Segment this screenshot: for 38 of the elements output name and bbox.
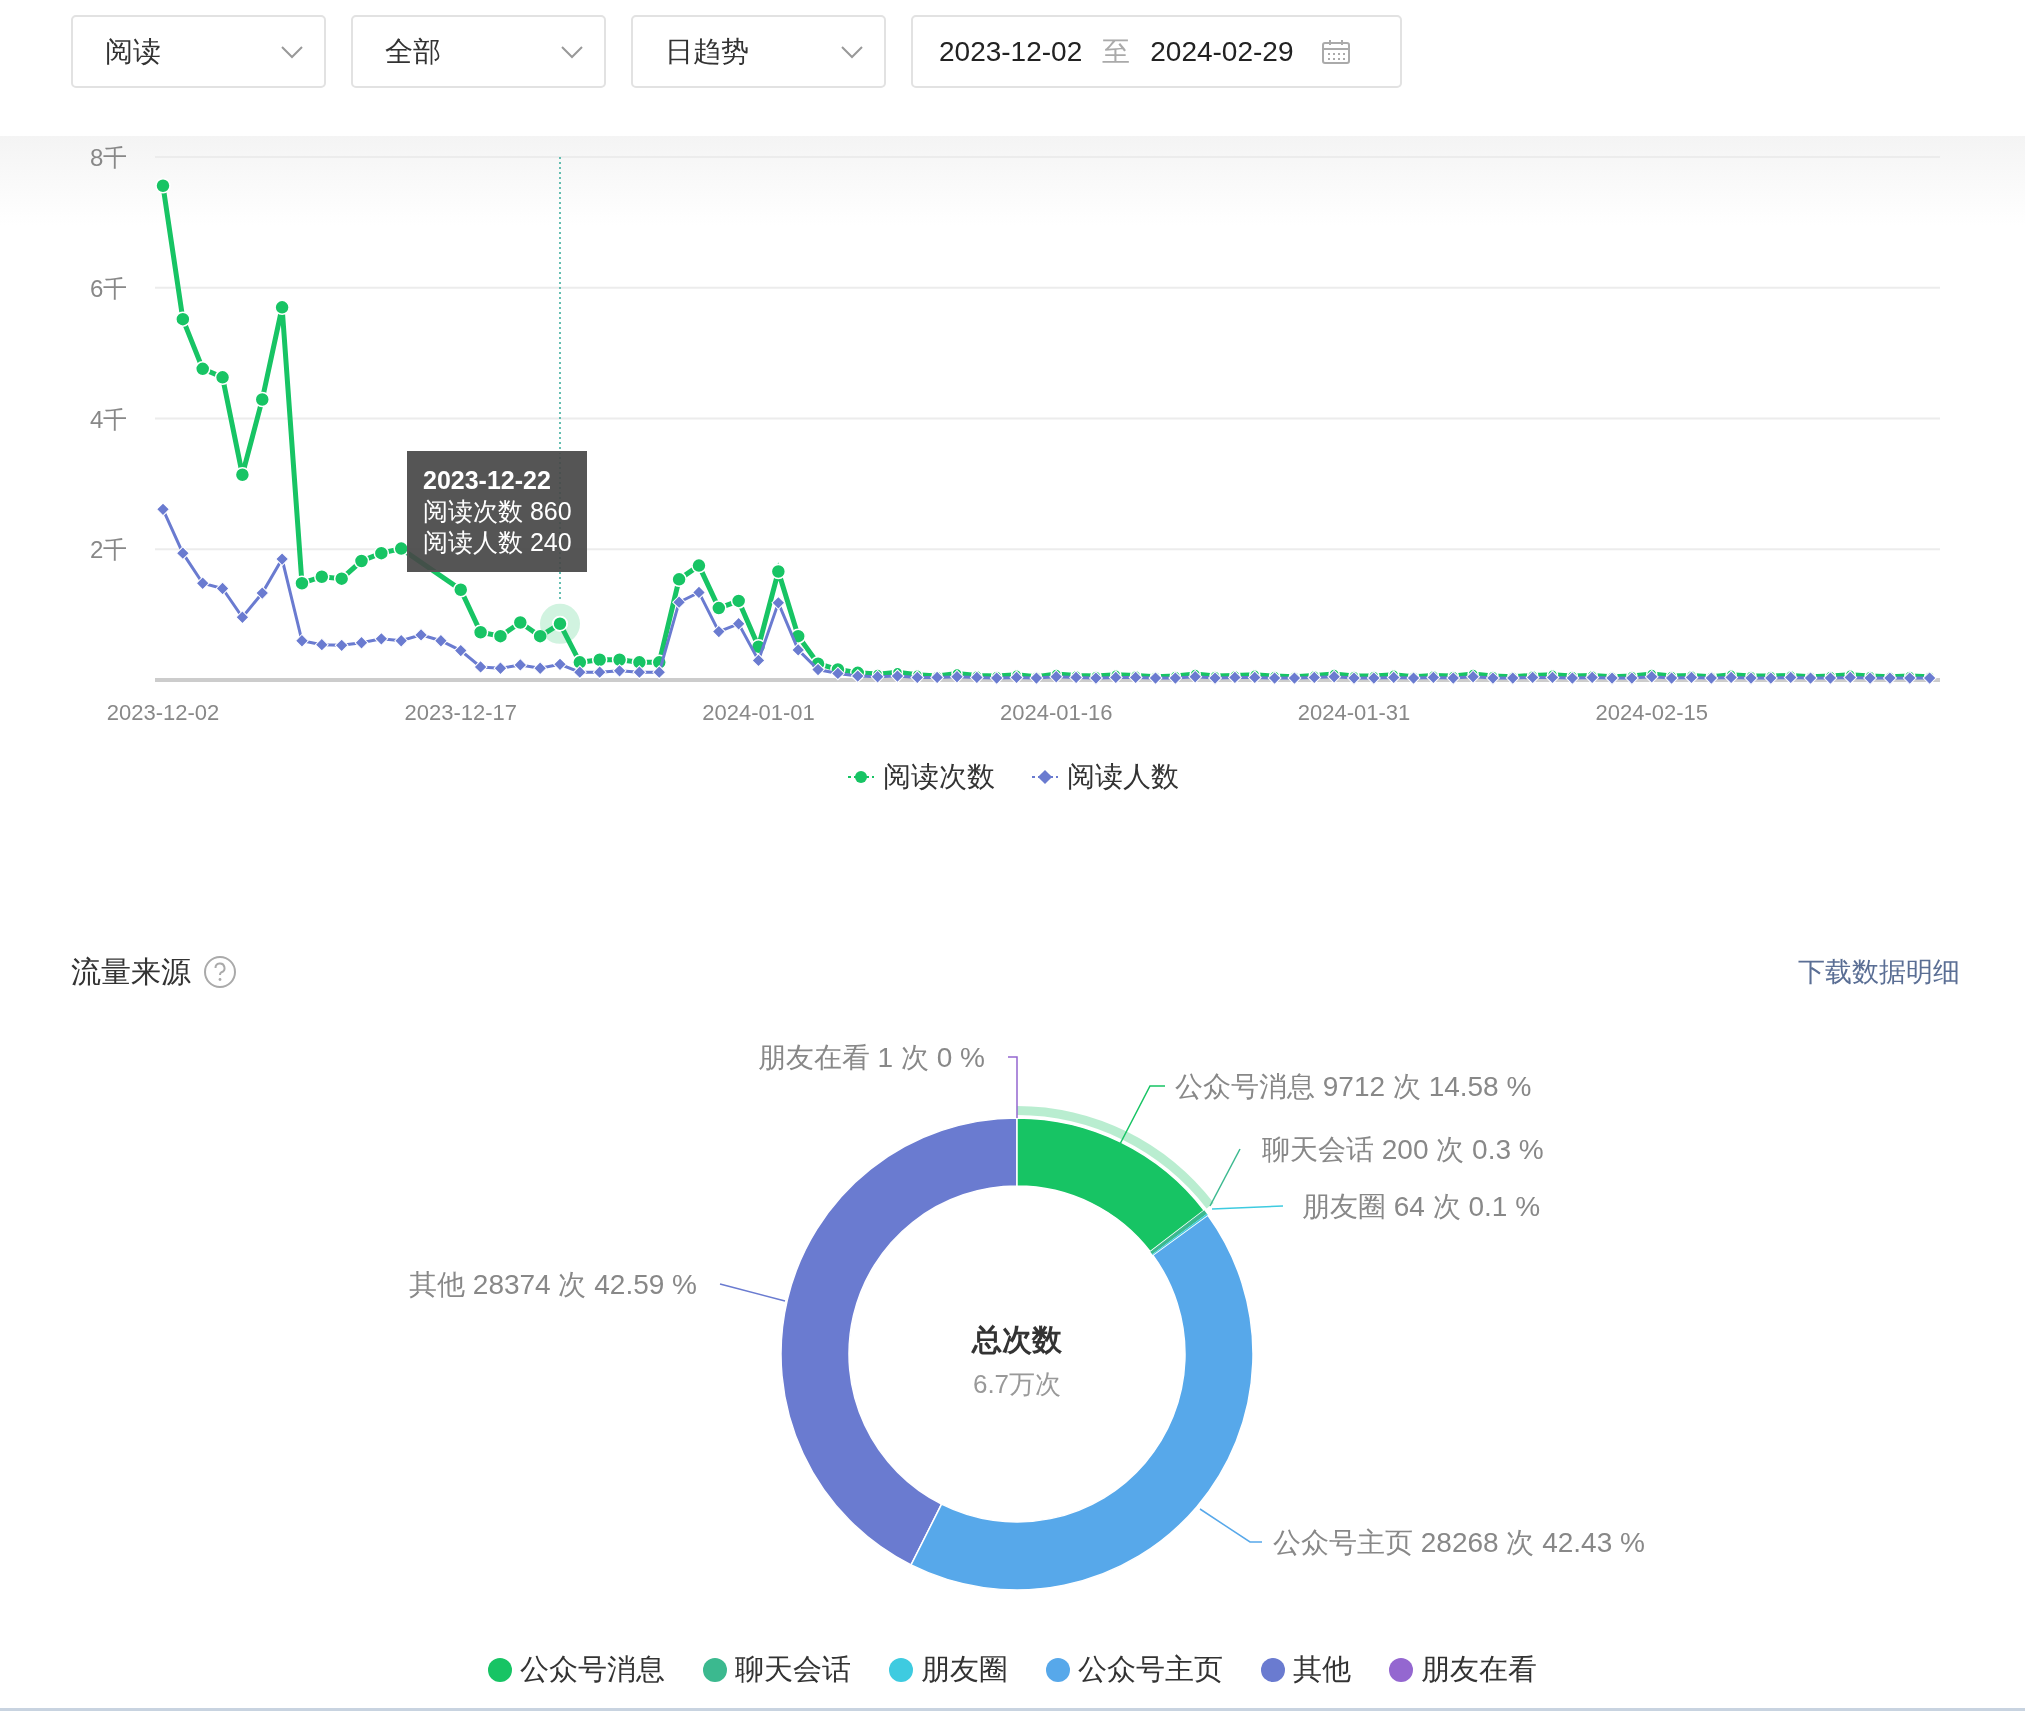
axis-label: 2千 <box>90 536 128 564</box>
download-link[interactable]: 下载数据明细 <box>1798 954 1960 990</box>
axis-label: 8千 <box>90 144 128 171</box>
range-separator: 至 <box>1102 34 1131 69</box>
slice-label: 公众号主页 28268 次 42.43 % <box>1273 1527 1645 1558</box>
legend-label[interactable]: 公众号消息 <box>520 1650 665 1690</box>
axis-label: 2024-01-31 <box>1297 700 1411 725</box>
tooltip-date: 2023-12-22 <box>423 465 552 496</box>
legend-label[interactable]: 公众号主页 <box>1078 1650 1223 1690</box>
slice-label: 公众号消息 9712 次 14.58 % <box>1175 1071 1532 1102</box>
tooltip-value: 阅读次数 860 <box>423 496 571 527</box>
legend-label[interactable]: 聊天会话 <box>735 1650 851 1690</box>
slice-label: 聊天会话 200 次 0.3 % <box>1262 1134 1544 1165</box>
legend-label[interactable]: 阅读人数 <box>1066 758 1179 796</box>
center-value: 6.7万次 <box>972 1369 1062 1399</box>
legend-label[interactable]: 阅读次数 <box>882 758 995 796</box>
slice-label: 其他 28374 次 42.59 % <box>409 1269 697 1300</box>
center-title: 总次数 <box>972 1323 1062 1356</box>
section-title: 流量来源 <box>71 953 191 990</box>
date-range-picker[interactable]: 2023-12-02 至 2024-02-29 <box>911 15 1402 88</box>
axis-label: 6千 <box>90 274 128 302</box>
legend-label[interactable]: 其他 <box>1293 1650 1351 1690</box>
slice-label: 朋友在看 1 次 0 % <box>757 1042 985 1073</box>
axis-label: 2023-12-02 <box>106 700 220 725</box>
dropdown-select[interactable]: 日趋势 <box>631 15 886 88</box>
end-date[interactable]: 2024-02-29 <box>1150 35 1294 68</box>
legend-label[interactable]: 朋友圈 <box>921 1650 1008 1690</box>
axis-label: 2024-02-15 <box>1595 700 1708 725</box>
tooltip-value: 阅读人数 240 <box>423 527 571 558</box>
axis-label: 2024-01-01 <box>702 700 815 725</box>
axis-label: 2024-01-16 <box>1000 700 1113 725</box>
axis-label: 4千 <box>90 405 128 433</box>
axis-label: 2023-12-17 <box>404 700 517 725</box>
legend-label[interactable]: 朋友在看 <box>1421 1650 1537 1690</box>
start-date[interactable]: 2023-12-02 <box>939 35 1083 68</box>
slice-label: 朋友圈 64 次 0.1 % <box>1302 1191 1541 1222</box>
dropdown-select[interactable]: 阅读 <box>71 15 326 88</box>
dropdown-select[interactable]: 全部 <box>351 15 606 88</box>
